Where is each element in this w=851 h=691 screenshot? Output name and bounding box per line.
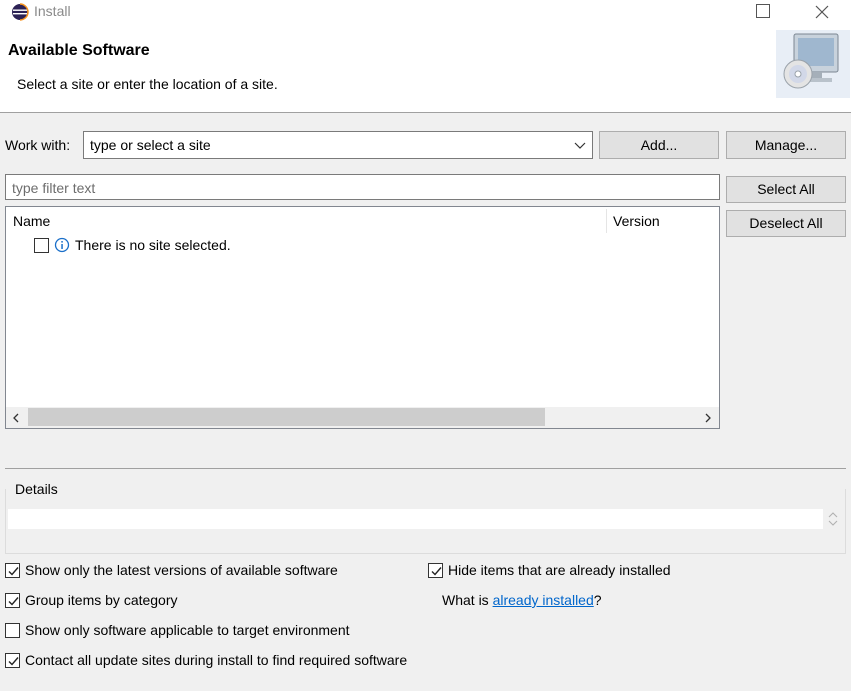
details-label: Details bbox=[14, 481, 59, 497]
close-icon[interactable] bbox=[812, 0, 832, 24]
already-installed-link[interactable]: already installed bbox=[493, 592, 594, 608]
latest-versions-label[interactable]: Show only the latest versions of availab… bbox=[25, 562, 338, 578]
table-row-label: There is no site selected. bbox=[75, 237, 231, 253]
hide-installed-checkbox[interactable] bbox=[428, 563, 443, 578]
manage-sites-button[interactable]: Manage... bbox=[726, 131, 846, 159]
what-is-suffix: ? bbox=[593, 592, 602, 608]
column-separator[interactable] bbox=[606, 209, 607, 233]
divider bbox=[5, 468, 846, 469]
details-text[interactable] bbox=[8, 509, 823, 529]
deselect-all-button[interactable]: Deselect All bbox=[726, 210, 846, 237]
chevron-right-icon[interactable] bbox=[702, 411, 714, 423]
hide-installed-label[interactable]: Hide items that are already installed bbox=[448, 562, 671, 578]
select-all-button[interactable]: Select All bbox=[726, 176, 846, 203]
install-software-graphic bbox=[776, 30, 850, 98]
group-by-category-label[interactable]: Group items by category bbox=[25, 592, 178, 608]
group-by-category-checkbox[interactable] bbox=[5, 593, 20, 608]
chevron-left-icon[interactable] bbox=[10, 411, 22, 423]
what-is-prefix: What is bbox=[442, 592, 493, 608]
contact-update-sites-label[interactable]: Contact all update sites during install … bbox=[25, 652, 407, 668]
site-combo-value: type or select a site bbox=[90, 137, 211, 153]
site-combo[interactable]: type or select a site bbox=[83, 131, 593, 159]
info-icon bbox=[54, 237, 70, 253]
chevron-down-icon[interactable] bbox=[573, 138, 587, 152]
what-is-installed-text: What is already installed? bbox=[442, 592, 602, 608]
latest-versions-checkbox[interactable] bbox=[5, 563, 20, 578]
row-checkbox[interactable] bbox=[34, 238, 49, 253]
eclipse-icon bbox=[11, 3, 29, 21]
work-with-label: Work with: bbox=[5, 137, 71, 153]
target-environment-label[interactable]: Show only software applicable to target … bbox=[25, 622, 350, 638]
column-header-name[interactable]: Name bbox=[13, 213, 50, 229]
filter-placeholder: type filter text bbox=[12, 180, 96, 196]
scrollbar-thumb[interactable] bbox=[28, 408, 545, 426]
target-environment-checkbox[interactable] bbox=[5, 623, 20, 638]
contact-update-sites-checkbox[interactable] bbox=[5, 653, 20, 668]
details-spinner[interactable] bbox=[824, 509, 842, 529]
page-title: Available Software bbox=[8, 42, 150, 59]
title-bar: Install bbox=[0, 0, 851, 24]
add-site-button[interactable]: Add... bbox=[599, 131, 719, 159]
column-header-version[interactable]: Version bbox=[613, 213, 660, 229]
wizard-header: Available Software Select a site or ente… bbox=[0, 24, 851, 113]
filter-input[interactable]: type filter text bbox=[5, 174, 720, 200]
window-title: Install bbox=[34, 3, 71, 19]
software-table[interactable]: Name Version There is no site selected. bbox=[5, 206, 720, 429]
horizontal-scrollbar[interactable] bbox=[6, 407, 719, 428]
maximize-icon[interactable] bbox=[756, 4, 770, 18]
page-description: Select a site or enter the location of a… bbox=[17, 76, 278, 92]
